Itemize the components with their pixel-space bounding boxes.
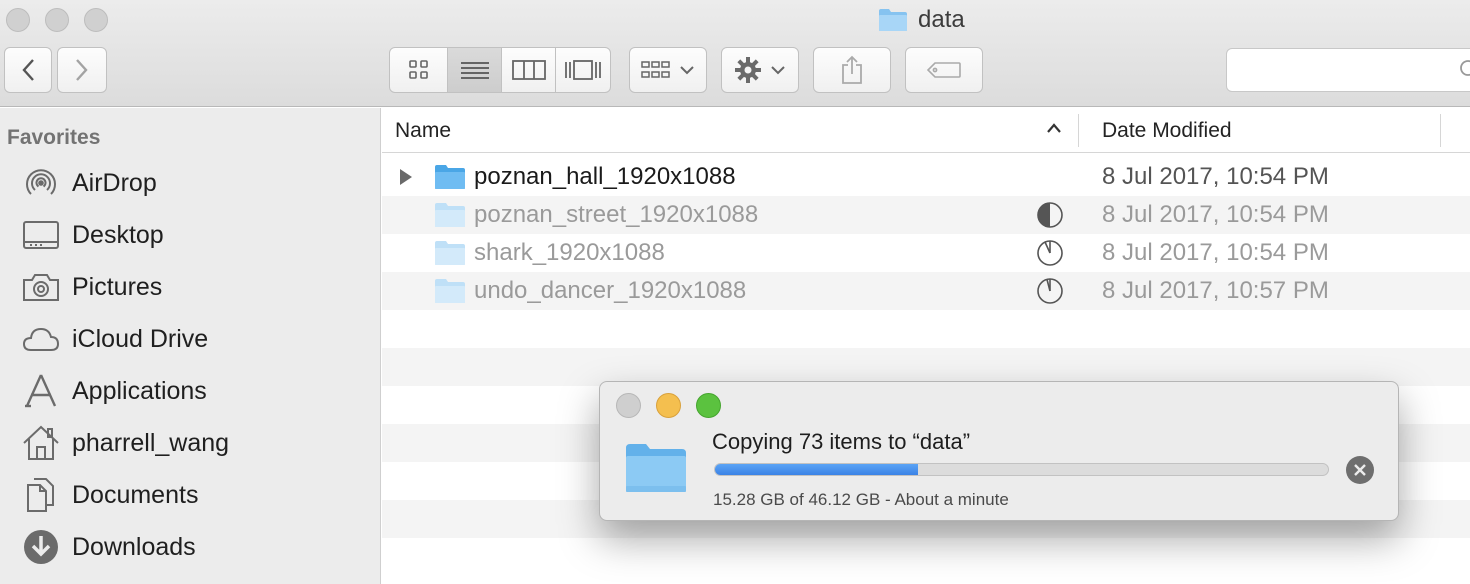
icon-view-button[interactable] bbox=[390, 48, 448, 92]
folder-icon bbox=[435, 241, 465, 265]
sidebar-item-applications[interactable]: Applications bbox=[22, 371, 207, 411]
column-divider[interactable] bbox=[1440, 114, 1441, 147]
back-button[interactable] bbox=[4, 47, 52, 93]
view-mode-control bbox=[389, 47, 611, 93]
file-date: 8 Jul 2017, 10:54 PM bbox=[1102, 201, 1329, 228]
cancel-copy-button[interactable] bbox=[1346, 456, 1374, 484]
column-view-button[interactable] bbox=[502, 48, 556, 92]
list-icon bbox=[460, 62, 489, 79]
group-grid-icon bbox=[641, 61, 670, 78]
dialog-status: 15.28 GB of 46.12 GB - About a minute bbox=[713, 490, 1009, 509]
action-button[interactable] bbox=[721, 47, 799, 93]
desktop-icon bbox=[22, 216, 60, 254]
disclosure-triangle-icon[interactable] bbox=[398, 168, 414, 186]
toolbar: data bbox=[0, 0, 1470, 107]
gear-icon bbox=[735, 57, 761, 83]
grid-icon bbox=[408, 60, 428, 79]
sidebar-label: Pictures bbox=[72, 272, 163, 301]
columns-icon bbox=[511, 60, 546, 80]
documents-icon bbox=[22, 476, 60, 514]
forward-button[interactable] bbox=[57, 47, 107, 93]
minimize-window-button[interactable] bbox=[45, 8, 69, 32]
copy-progress-fill bbox=[715, 464, 918, 475]
cover-flow-view-button[interactable] bbox=[556, 48, 610, 92]
sidebar-item-pictures[interactable]: Pictures bbox=[22, 267, 162, 307]
sidebar: Favorites AirDrop Desktop Pictures iClou… bbox=[0, 108, 381, 584]
list-header: Name Date Modified bbox=[382, 108, 1470, 153]
copy-progress-icon bbox=[1037, 240, 1063, 266]
sidebar-label: Applications bbox=[72, 376, 207, 405]
dialog-minimize-button[interactable] bbox=[656, 393, 681, 418]
folder-icon bbox=[435, 279, 465, 303]
sidebar-label: Documents bbox=[72, 480, 199, 509]
sort-ascending-icon[interactable] bbox=[1046, 122, 1062, 134]
cloud-icon bbox=[22, 320, 60, 358]
airdrop-icon bbox=[22, 164, 60, 202]
list-row[interactable]: poznan_street_1920x1088 8 Jul 2017, 10:5… bbox=[382, 196, 1470, 234]
list-view-button[interactable] bbox=[448, 48, 502, 92]
copy-progress-bar bbox=[714, 463, 1329, 476]
file-date: 8 Jul 2017, 10:54 PM bbox=[1102, 239, 1329, 266]
window-title: data bbox=[878, 6, 965, 34]
file-date: 8 Jul 2017, 10:54 PM bbox=[1102, 163, 1329, 190]
applications-icon bbox=[22, 372, 60, 410]
copy-progress-icon bbox=[1037, 278, 1063, 304]
close-window-button[interactable] bbox=[6, 8, 30, 32]
column-header-name[interactable]: Name bbox=[395, 119, 451, 143]
list-row[interactable]: poznan_hall_1920x1088 8 Jul 2017, 10:54 … bbox=[382, 158, 1470, 196]
chevron-right-icon bbox=[76, 59, 88, 81]
dialog-close-button[interactable] bbox=[616, 393, 641, 418]
copy-progress-dialog: Copying 73 items to “data” 15.28 GB of 4… bbox=[599, 381, 1399, 521]
window-title-text: data bbox=[918, 6, 965, 33]
file-name: undo_dancer_1920x1088 bbox=[474, 277, 747, 304]
tags-button[interactable] bbox=[905, 47, 983, 93]
file-name: shark_1920x1088 bbox=[474, 239, 665, 266]
sidebar-item-documents[interactable]: Documents bbox=[22, 475, 198, 515]
sidebar-item-home[interactable]: pharrell_wang bbox=[22, 423, 229, 463]
home-icon bbox=[22, 424, 60, 462]
cover-flow-icon bbox=[565, 60, 601, 80]
list-row[interactable]: shark_1920x1088 8 Jul 2017, 10:54 PM bbox=[382, 234, 1470, 272]
column-divider[interactable] bbox=[1078, 114, 1079, 147]
group-by-button[interactable] bbox=[629, 47, 707, 93]
dialog-title: Copying 73 items to “data” bbox=[712, 429, 971, 454]
search-icon bbox=[1460, 60, 1470, 76]
sidebar-item-downloads[interactable]: Downloads bbox=[22, 527, 196, 567]
sidebar-item-icloud-drive[interactable]: iCloud Drive bbox=[22, 319, 208, 359]
search-field[interactable] bbox=[1226, 48, 1470, 92]
sidebar-item-airdrop[interactable]: AirDrop bbox=[22, 163, 157, 203]
sidebar-item-desktop[interactable]: Desktop bbox=[22, 215, 164, 255]
file-date: 8 Jul 2017, 10:57 PM bbox=[1102, 277, 1329, 304]
file-name: poznan_street_1920x1088 bbox=[474, 201, 759, 228]
folder-icon bbox=[435, 203, 465, 227]
copy-progress-icon bbox=[1037, 202, 1063, 228]
sidebar-heading: Favorites bbox=[7, 126, 101, 149]
downloads-icon bbox=[22, 528, 60, 566]
chevron-down-icon bbox=[680, 66, 694, 75]
chevron-down-icon bbox=[771, 66, 785, 75]
sidebar-label: Downloads bbox=[72, 532, 196, 561]
sidebar-label: AirDrop bbox=[72, 168, 157, 197]
sidebar-label: Desktop bbox=[72, 220, 164, 249]
camera-icon bbox=[22, 268, 60, 306]
sidebar-label: iCloud Drive bbox=[72, 324, 209, 353]
share-icon bbox=[842, 55, 862, 84]
tag-icon bbox=[926, 62, 961, 78]
column-header-date-modified[interactable]: Date Modified bbox=[1102, 119, 1232, 143]
folder-icon bbox=[435, 165, 465, 189]
folder-icon bbox=[879, 9, 907, 31]
folder-icon bbox=[626, 444, 686, 492]
close-icon bbox=[1354, 464, 1366, 476]
chevron-left-icon bbox=[22, 59, 34, 81]
list-row[interactable]: undo_dancer_1920x1088 8 Jul 2017, 10:57 … bbox=[382, 272, 1470, 310]
share-button[interactable] bbox=[813, 47, 891, 93]
file-name: poznan_hall_1920x1088 bbox=[474, 163, 736, 190]
sidebar-label: pharrell_wang bbox=[72, 428, 230, 457]
dialog-zoom-button[interactable] bbox=[696, 393, 721, 418]
zoom-window-button[interactable] bbox=[84, 8, 108, 32]
